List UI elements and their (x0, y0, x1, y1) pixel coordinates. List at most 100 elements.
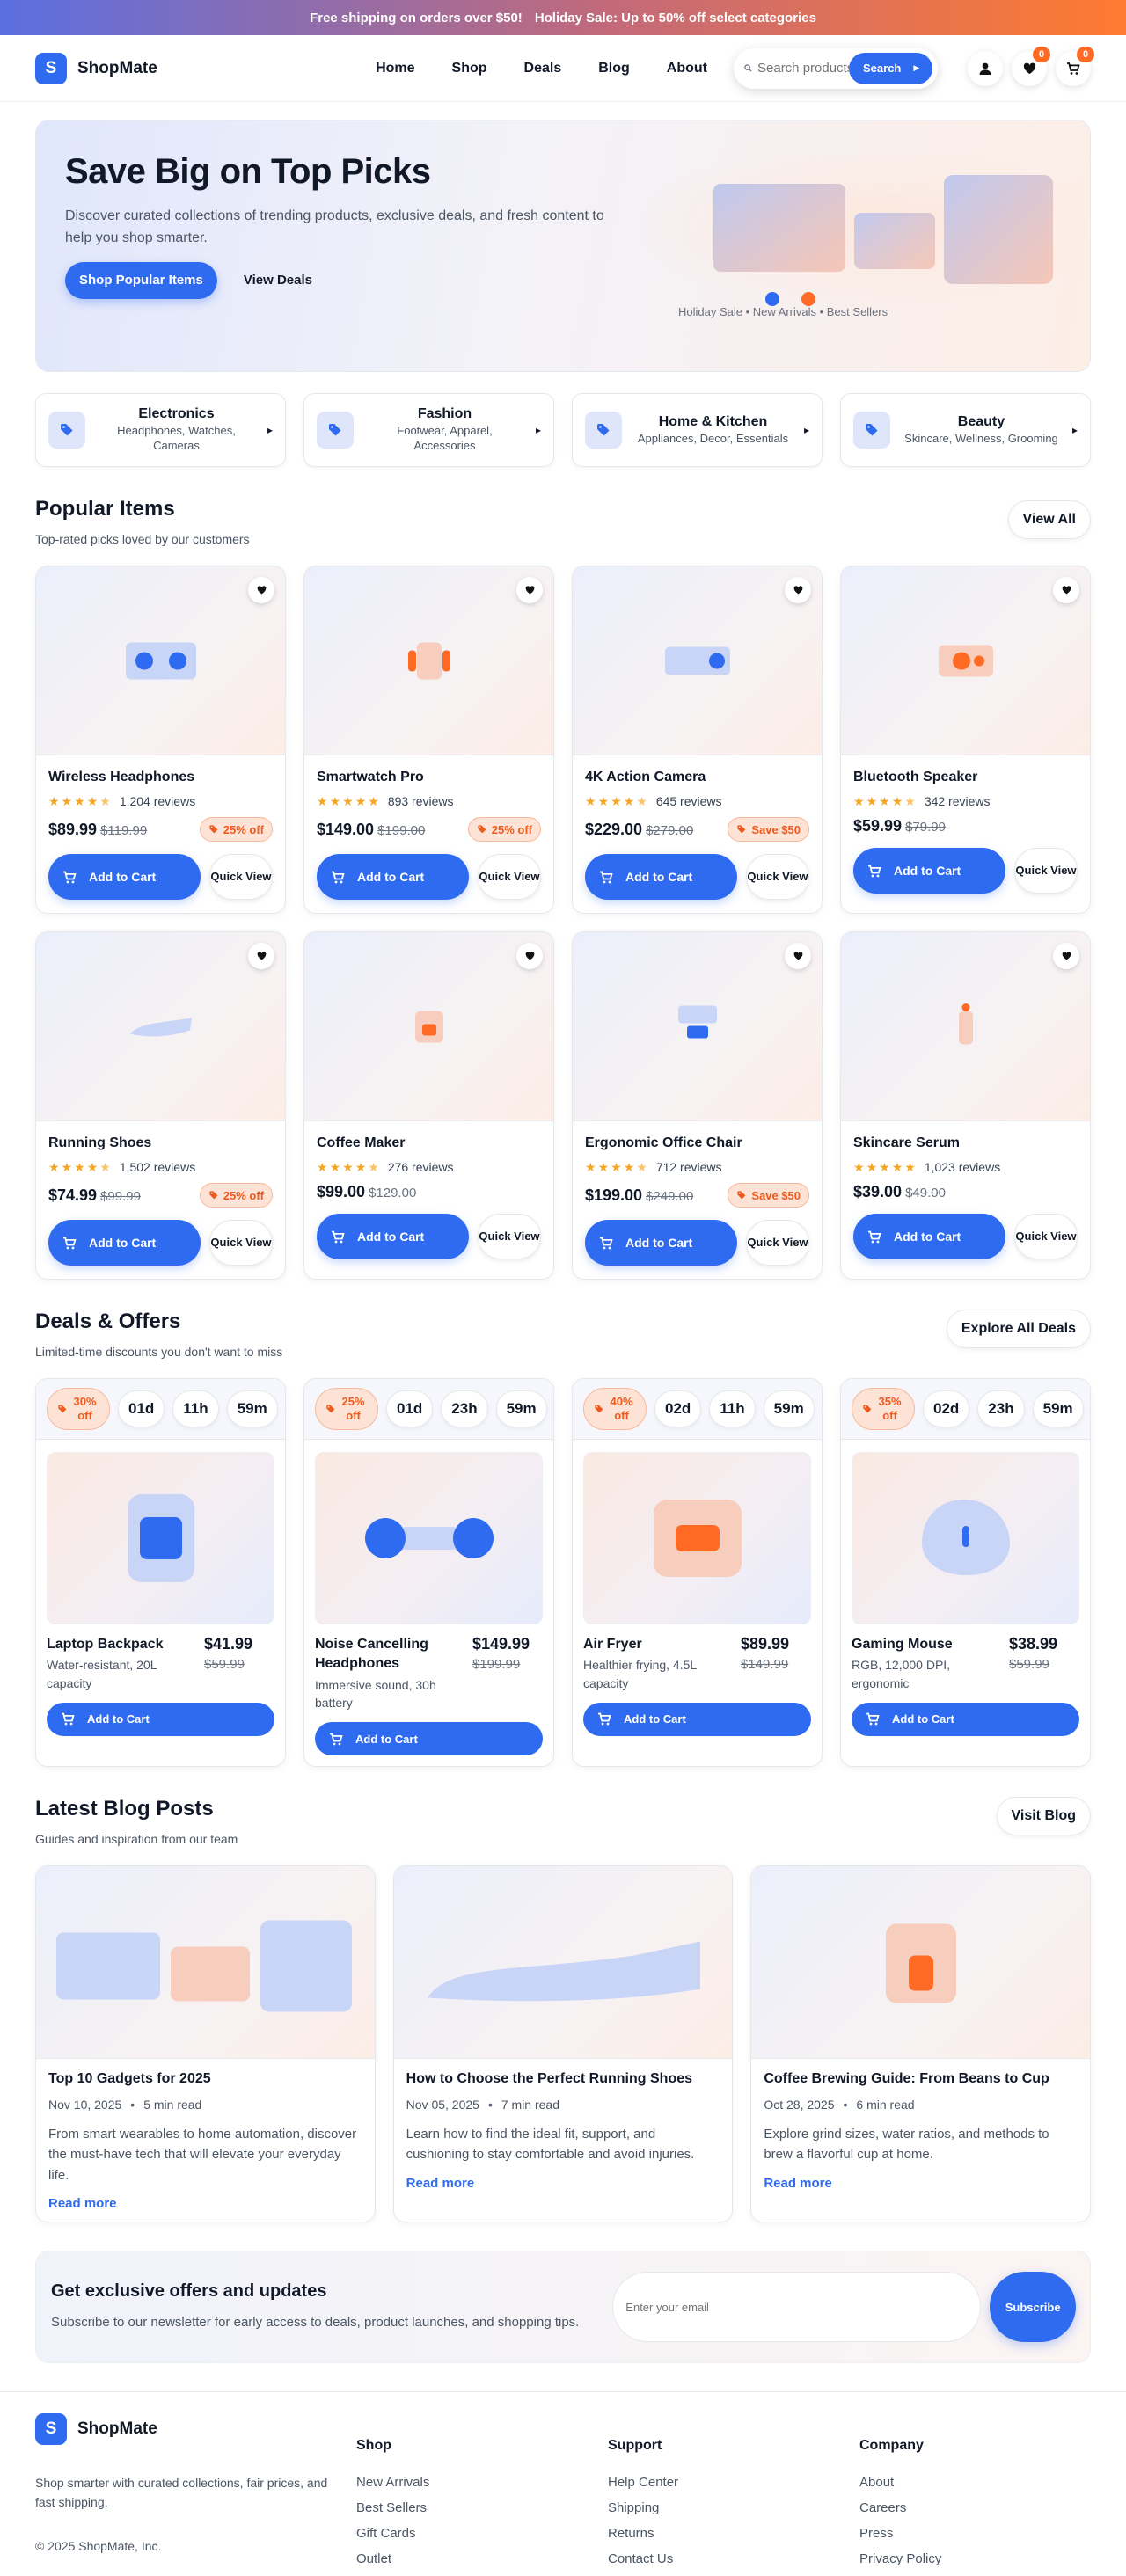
category-subtitle: Skincare, Wellness, Grooming (904, 431, 1058, 445)
wishlist-heart-button[interactable] (1053, 577, 1079, 603)
read-more-link[interactable]: Read more (48, 2196, 117, 2211)
deal-image[interactable] (583, 1452, 811, 1624)
read-more-link[interactable]: Read more (406, 2176, 475, 2191)
category-card[interactable]: Electronics Headphones, Watches, Cameras … (35, 393, 286, 467)
quick-view-button[interactable]: Quick View (478, 854, 541, 900)
blog-image[interactable] (751, 1866, 1090, 2059)
deal-image[interactable] (47, 1452, 274, 1624)
cart-button[interactable]: 0 (1056, 46, 1094, 86)
blog-image[interactable] (36, 1866, 375, 2059)
wishlist-heart-button[interactable] (516, 577, 543, 603)
explore-deals-button[interactable]: Explore All Deals (946, 1310, 1091, 1348)
nav-shop[interactable]: Shop (452, 61, 487, 77)
product-image[interactable] (841, 566, 1090, 755)
category-card[interactable]: Fashion Footwear, Apparel, Accessories ▸ (303, 393, 554, 467)
search-input[interactable] (757, 61, 849, 76)
add-to-cart-button[interactable]: Add to Cart (317, 854, 469, 900)
add-to-cart-button[interactable]: Add to Cart (48, 854, 201, 900)
read-more-link[interactable]: Read more (764, 2176, 832, 2191)
quick-view-button[interactable]: Quick View (746, 1220, 809, 1266)
blog-card[interactable]: Coffee Brewing Guide: From Beans to Cup … (750, 1865, 1091, 2222)
shop-popular-button[interactable]: Shop Popular Items (65, 261, 217, 299)
product-card[interactable]: Running Shoes ★ ★ ★ ★ ★ 1,502 reviews $74.99 $… (35, 931, 286, 1280)
footer-link[interactable]: Gift Cards (356, 2526, 608, 2541)
product-card[interactable]: Coffee Maker ★ ★ ★ ★ ★ 276 reviews $99.00 $129… (303, 931, 554, 1280)
product-card[interactable]: Smartwatch Pro ★ ★ ★ ★ ★ 893 reviews $149.00 $… (303, 566, 554, 914)
email-input[interactable] (625, 2300, 969, 2314)
view-all-button[interactable]: View All (1007, 500, 1091, 539)
product-image[interactable] (304, 932, 553, 1121)
subscribe-button[interactable]: Subscribe (990, 2272, 1076, 2342)
footer-link[interactable]: About (859, 2475, 1062, 2490)
add-to-cart-button[interactable]: Add to Cart (585, 854, 737, 900)
wishlist-heart-button[interactable] (248, 577, 274, 603)
deal-image[interactable] (315, 1452, 543, 1624)
nav-blog[interactable]: Blog (598, 61, 630, 77)
nav-home[interactable]: Home (376, 61, 414, 77)
quick-view-button[interactable]: Quick View (1014, 848, 1078, 894)
footer-link[interactable]: Best Sellers (356, 2500, 608, 2515)
add-to-cart-button[interactable]: Add to Cart (853, 1214, 1005, 1259)
product-card[interactable]: Wireless Headphones ★ ★ ★ ★ ★ 1,204 reviews $… (35, 566, 286, 914)
footer-link[interactable]: Press (859, 2526, 1062, 2541)
add-to-cart-button[interactable]: Add to Cart (585, 1220, 737, 1266)
footer-link[interactable]: Careers (859, 2500, 1062, 2515)
deal-card[interactable]: 25% off 01d 23h 59m Noise Cancelling Hea… (303, 1378, 554, 1767)
deal-card[interactable]: 30% off 01d 11h 59m Laptop Backpack Wate… (35, 1378, 286, 1767)
deal-card[interactable]: 40% off 02d 11h 59m Air Fryer Healthier … (572, 1378, 823, 1767)
wishlist-heart-button[interactable] (785, 577, 811, 603)
add-to-cart-label: Add to Cart (892, 1712, 954, 1726)
product-image[interactable] (36, 932, 285, 1121)
footer-link[interactable]: Contact Us (608, 2551, 859, 2566)
nav-about[interactable]: About (667, 61, 707, 77)
view-deals-link[interactable]: View Deals (244, 273, 312, 288)
blog-card[interactable]: Top 10 Gadgets for 2025 Nov 10, 2025 • 5 m… (35, 1865, 376, 2222)
wishlist-heart-button[interactable] (1053, 943, 1079, 969)
quick-view-button[interactable]: Quick View (1014, 1214, 1078, 1259)
product-image[interactable] (304, 566, 553, 755)
product-card[interactable]: Ergonomic Office Chair ★ ★ ★ ★ ★ 712 reviews … (572, 931, 823, 1280)
account-button[interactable] (968, 50, 1003, 86)
wishlist-heart-button[interactable] (785, 943, 811, 969)
add-to-cart-button[interactable]: Add to Cart (315, 1722, 543, 1756)
wishlist-heart-button[interactable] (516, 943, 543, 969)
brand-logo-link[interactable]: S ShopMate (35, 52, 157, 84)
product-image[interactable] (573, 566, 822, 755)
quick-view-button[interactable]: Quick View (478, 1214, 541, 1259)
add-to-cart-button[interactable]: Add to Cart (317, 1214, 469, 1259)
quick-view-button[interactable]: Quick View (209, 1220, 273, 1266)
footer-link[interactable]: New Arrivals (356, 2475, 608, 2490)
add-to-cart-button[interactable]: Add to Cart (48, 1220, 201, 1266)
product-card[interactable]: Skincare Serum ★ ★ ★ ★ ★ 1,023 reviews $39.00… (840, 931, 1091, 1280)
blog-card[interactable]: How to Choose the Perfect Running Shoes … (392, 1865, 734, 2222)
footer-link[interactable]: Shipping (608, 2500, 859, 2515)
search-button[interactable]: Search ▶ (849, 52, 932, 84)
deal-image[interactable] (852, 1452, 1079, 1624)
footer-link[interactable]: Outlet (356, 2551, 608, 2566)
footer-link[interactable]: Returns (608, 2526, 859, 2541)
category-card[interactable]: Beauty Skincare, Wellness, Grooming ▸ (840, 393, 1091, 467)
footer-link[interactable]: Help Center (608, 2475, 859, 2490)
deal-card[interactable]: 35% off 02d 23h 59m Gaming Mouse RGB, 12… (840, 1378, 1091, 1767)
original-price: $79.99 (905, 820, 946, 835)
add-to-cart-button[interactable]: Add to Cart (852, 1702, 1079, 1736)
add-to-cart-button[interactable]: Add to Cart (853, 848, 1005, 894)
wishlist-heart-button[interactable] (248, 943, 274, 969)
wishlist-button[interactable]: 0 (1012, 46, 1050, 86)
product-card[interactable]: 4K Action Camera ★ ★ ★ ★ ★ 645 reviews $229.0… (572, 566, 823, 914)
nav-deals[interactable]: Deals (524, 61, 562, 77)
add-to-cart-button[interactable]: Add to Cart (583, 1702, 811, 1736)
quick-view-button[interactable]: Quick View (746, 854, 809, 900)
add-to-cart-button[interactable]: Add to Cart (47, 1702, 274, 1736)
product-image[interactable] (841, 932, 1090, 1121)
footer-brand[interactable]: S ShopMate (35, 2413, 356, 2445)
product-image[interactable] (573, 932, 822, 1121)
countdown-hours: 23h (977, 1390, 1025, 1427)
product-image[interactable] (36, 566, 285, 755)
product-card[interactable]: Bluetooth Speaker ★ ★ ★ ★ ★ 342 reviews $59.9… (840, 566, 1091, 914)
footer-link[interactable]: Privacy Policy (859, 2551, 1062, 2566)
visit-blog-button[interactable]: Visit Blog (996, 1797, 1091, 1835)
blog-image[interactable] (393, 1866, 733, 2059)
quick-view-button[interactable]: Quick View (209, 854, 273, 900)
category-card[interactable]: Home & Kitchen Appliances, Decor, Essenti… (572, 393, 823, 467)
